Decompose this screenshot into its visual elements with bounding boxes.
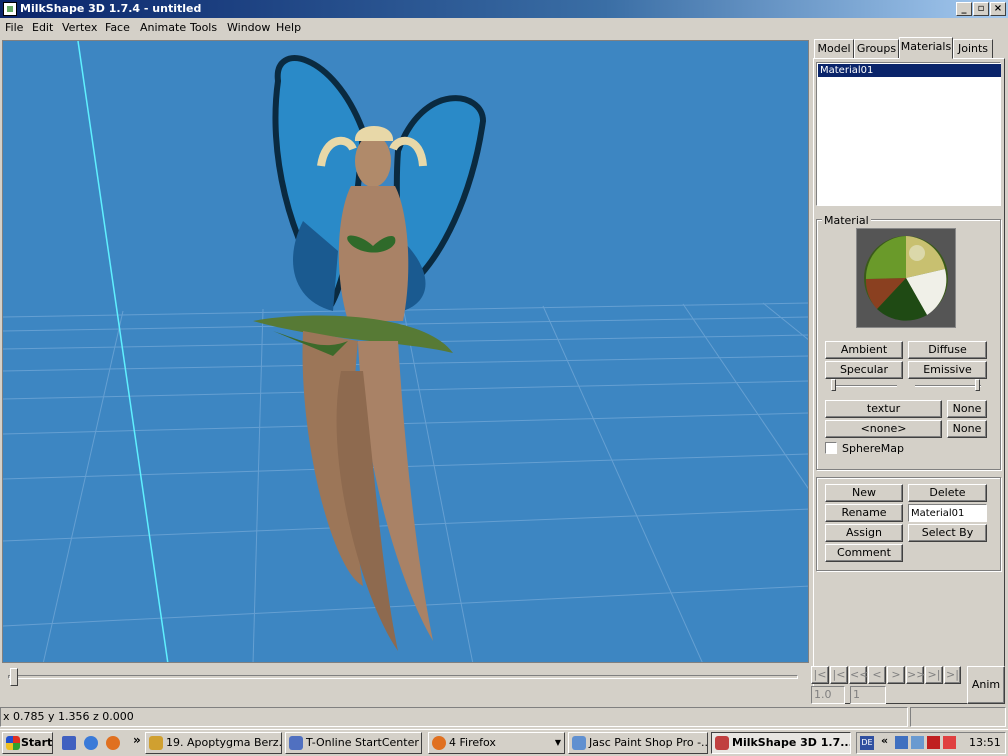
status-bar: x 0.785 y 1.356 z 0.000 bbox=[0, 706, 1008, 728]
menu-animate[interactable]: Animate bbox=[140, 21, 186, 34]
system-tray: DE « 13:51 bbox=[856, 732, 1006, 754]
menu-face[interactable]: Face bbox=[105, 21, 130, 34]
material-name-input[interactable] bbox=[908, 504, 987, 522]
spheremap-checkbox[interactable] bbox=[825, 442, 837, 454]
quicklaunch-chevron[interactable]: » bbox=[133, 733, 141, 747]
tab-joints[interactable]: Joints bbox=[953, 39, 993, 59]
task-label: Jasc Paint Shop Pro -... bbox=[589, 736, 708, 749]
menu-vertex[interactable]: Vertex bbox=[62, 21, 97, 34]
shininess-slider-thumb[interactable] bbox=[831, 379, 836, 391]
alpha-none-button[interactable]: None bbox=[947, 420, 987, 438]
transparency-slider-thumb[interactable] bbox=[975, 379, 980, 391]
prev-key-button[interactable]: |< bbox=[830, 666, 848, 684]
quicklaunch-db-icon[interactable] bbox=[62, 736, 76, 750]
alpha-texture-button[interactable]: <none> bbox=[825, 420, 942, 438]
task-label: T-Online StartCenter bbox=[306, 736, 419, 749]
viewport-scene bbox=[3, 41, 808, 662]
anim-controls: |< |< << < > >> >| >| bbox=[811, 665, 961, 685]
next-key-button[interactable]: >| bbox=[925, 666, 943, 684]
first-frame-button[interactable]: |< bbox=[811, 666, 829, 684]
task-paint-shop-pro[interactable]: Jasc Paint Shop Pro -... bbox=[568, 732, 708, 754]
anim-button[interactable]: Anim bbox=[967, 666, 1005, 704]
title-bar[interactable]: MilkShape 3D 1.7.4 - untitled _ ▫ × bbox=[0, 0, 1008, 18]
coords-readout: x 0.785 y 1.356 z 0.000 bbox=[0, 707, 908, 727]
start-label: Start bbox=[21, 736, 53, 749]
network-tray-icon[interactable] bbox=[895, 736, 908, 749]
minimize-button[interactable]: _ bbox=[956, 2, 972, 16]
task-t-online[interactable]: T-Online StartCenter bbox=[285, 732, 422, 754]
maximize-button[interactable]: ▫ bbox=[973, 2, 989, 16]
spheremap-label: SphereMap bbox=[842, 442, 904, 455]
firefox-icon bbox=[432, 736, 446, 750]
task-apoptygma[interactable]: 19. Apoptygma Berz... bbox=[145, 732, 282, 754]
zonealarm-tray-icon[interactable] bbox=[927, 736, 940, 749]
milkshape-app-icon[interactable] bbox=[3, 2, 17, 16]
side-panel: Model Groups Materials Joints Material01… bbox=[811, 37, 1008, 706]
emissive-button[interactable]: Emissive bbox=[908, 361, 987, 379]
volume-tray-icon[interactable] bbox=[911, 736, 924, 749]
fast-forward-button[interactable]: >> bbox=[906, 666, 925, 684]
assign-material-button[interactable]: Assign bbox=[825, 524, 903, 542]
tab-groups[interactable]: Groups bbox=[854, 39, 899, 59]
menu-file[interactable]: File bbox=[5, 21, 23, 34]
new-material-button[interactable]: New bbox=[825, 484, 903, 502]
rename-material-button[interactable]: Rename bbox=[825, 504, 903, 522]
transparency-slider[interactable] bbox=[915, 385, 981, 387]
delete-material-button[interactable]: Delete bbox=[908, 484, 987, 502]
group-dropdown-icon: ▼ bbox=[554, 738, 561, 747]
material-preview bbox=[856, 228, 956, 328]
t-online-icon bbox=[289, 736, 303, 750]
antivirus-tray-icon[interactable] bbox=[943, 736, 956, 749]
tray-expand-button[interactable]: « bbox=[881, 734, 888, 747]
menu-window[interactable]: Window bbox=[227, 21, 270, 34]
next-frame-button[interactable]: > bbox=[887, 666, 905, 684]
milkshape-icon bbox=[715, 736, 729, 750]
select-by-material-button[interactable]: Select By bbox=[908, 524, 987, 542]
window-title: MilkShape 3D 1.7.4 - untitled bbox=[20, 2, 202, 15]
task-label: 19. Apoptygma Berz... bbox=[166, 736, 282, 749]
status-pane-empty bbox=[910, 707, 1006, 727]
shininess-slider[interactable] bbox=[831, 385, 897, 387]
quicklaunch-firefox-icon[interactable] bbox=[106, 736, 120, 750]
ambient-button[interactable]: Ambient bbox=[825, 341, 903, 359]
timeline-slider-thumb[interactable] bbox=[10, 668, 18, 686]
texture-none-button[interactable]: None bbox=[947, 400, 987, 418]
diffuse-button[interactable]: Diffuse bbox=[908, 341, 987, 359]
task-firefox[interactable]: 4 Firefox ▼ bbox=[428, 732, 565, 754]
texture-button[interactable]: textur bbox=[825, 400, 942, 418]
task-label: MilkShape 3D 1.7.... bbox=[732, 736, 851, 749]
rewind-button[interactable]: << bbox=[849, 666, 868, 684]
materials-list[interactable]: Material01 bbox=[816, 62, 1001, 206]
menu-tools[interactable]: Tools bbox=[190, 21, 217, 34]
taskbar: Start » 19. Apoptygma Berz... T-Online S… bbox=[0, 729, 1008, 756]
specular-button[interactable]: Specular bbox=[825, 361, 903, 379]
menu-help[interactable]: Help bbox=[276, 21, 301, 34]
prev-frame-button[interactable]: < bbox=[868, 666, 886, 684]
paint-shop-pro-icon bbox=[572, 736, 586, 750]
timeline-panel bbox=[0, 663, 810, 706]
axis-line bbox=[77, 41, 169, 662]
total-frames-field[interactable]: 1 bbox=[850, 686, 886, 704]
task-milkshape[interactable]: MilkShape 3D 1.7.... bbox=[711, 732, 851, 754]
timeline-slider[interactable] bbox=[8, 675, 798, 679]
tab-model[interactable]: Model bbox=[814, 39, 854, 59]
close-button[interactable]: × bbox=[990, 2, 1006, 16]
menu-edit[interactable]: Edit bbox=[32, 21, 53, 34]
comment-button[interactable]: Comment bbox=[825, 544, 903, 562]
tab-materials[interactable]: Materials bbox=[899, 37, 953, 59]
current-frame-field[interactable]: 1.0 bbox=[811, 686, 845, 704]
menu-bar: File Edit Vertex Face Animate Tools Wind… bbox=[0, 18, 1008, 38]
start-button[interactable]: Start bbox=[2, 732, 53, 754]
task-label: 4 Firefox bbox=[449, 736, 496, 749]
last-frame-button[interactable]: >| bbox=[944, 666, 961, 684]
windows-logo-icon bbox=[6, 736, 20, 750]
quicklaunch-ie-icon[interactable] bbox=[84, 736, 98, 750]
music-player-icon bbox=[149, 736, 163, 750]
material-list-item[interactable]: Material01 bbox=[818, 64, 1001, 77]
language-de-icon[interactable]: DE bbox=[860, 736, 874, 750]
material-group-title: Material bbox=[822, 214, 871, 227]
clock[interactable]: 13:51 bbox=[969, 736, 1001, 749]
3d-viewport[interactable] bbox=[2, 40, 809, 663]
fairy-model bbox=[253, 55, 487, 651]
